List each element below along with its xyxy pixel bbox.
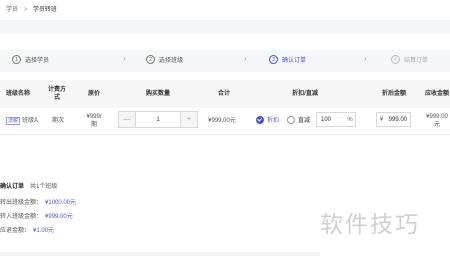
top-divider [0, 20, 450, 34]
refund-amount: 应退金额： ¥1.00元 [0, 225, 54, 234]
watermark-text: 软件技巧 [320, 212, 420, 238]
chevron-right-icon: › [123, 54, 126, 63]
direct-reduction-radio[interactable]: 直减 [287, 115, 310, 124]
quantity-stepper: — 1 + [118, 111, 198, 128]
cell-total: ¥999.00元 [208, 118, 236, 124]
cell-class-name: 法税 班级A [4, 108, 40, 134]
transfer-in-value: ¥999.00元 [45, 214, 73, 220]
breadcrumb-parent[interactable]: 学员 [6, 7, 18, 13]
discount-percent-input[interactable]: 100 % [316, 112, 356, 127]
percent-unit: % [347, 116, 353, 123]
steps-bar: 1 选择学员 › 2 选择班级 › 3 确认订单 › 4 结算订单 [0, 50, 450, 72]
header-price: 原价 [87, 91, 100, 97]
row-divider [0, 134, 450, 135]
step-select-class: 2 选择班级 [146, 55, 183, 64]
header-receivable: 应收金额 [424, 91, 449, 97]
summary-title: 确认订单 [0, 184, 25, 190]
transfer-in-label: 转入班级金额： [0, 214, 43, 220]
step-label: 确认订单 [282, 58, 307, 64]
direct-reduction-radio-label: 直减 [298, 118, 311, 124]
decrement-button[interactable]: — [119, 112, 136, 127]
breadcrumb-separator-icon: > [23, 7, 28, 13]
step-label: 选择学员 [25, 58, 50, 64]
step-label: 结算订单 [404, 58, 429, 64]
class-name-text: 班级A [22, 118, 39, 124]
summary-count: 共1个班级 [30, 184, 58, 190]
refund-value: ¥1.00元 [33, 228, 55, 234]
step-number: 4 [391, 55, 400, 64]
breadcrumb-current: 学员转班 [32, 7, 57, 13]
step-number: 2 [146, 55, 155, 64]
transfer-in-amount: 转入班级金额： ¥999.00元 [0, 211, 73, 220]
cell-receivable: ¥999.00元 [426, 114, 448, 128]
breadcrumb: 学员 > 学员转班 [6, 4, 57, 13]
bottom-strip [0, 252, 320, 256]
header-class-name: 班级名称 [5, 91, 30, 97]
discounted-amount-value: 999.00 [388, 116, 407, 123]
transfer-out-label: 转出班级金额： [0, 200, 43, 206]
chevron-right-icon: › [364, 54, 367, 63]
step-number: 1 [12, 55, 21, 64]
step-label: 选择班级 [159, 58, 184, 64]
step-number: 3 [269, 55, 278, 64]
header-total: 合计 [217, 91, 230, 97]
class-tag-badge: 法税 [5, 117, 20, 125]
transfer-out-amount: 转出班级金额： ¥1000.00元 [0, 197, 76, 206]
discount-radio-label: 折扣 [267, 118, 280, 124]
step-settle-order: 4 结算订单 [391, 55, 428, 64]
radio-checked-icon [256, 115, 264, 124]
cell-price: ¥999/期 [86, 114, 102, 128]
increment-button[interactable]: + [180, 112, 197, 127]
transfer-out-value: ¥1000.00元 [45, 200, 77, 206]
chevron-right-icon: › [244, 54, 247, 63]
quantity-input[interactable]: 1 [136, 112, 180, 127]
table-header: 班级名称 计费方式 原价 购买数量 合计 折扣/直减 折后金额 应收金额 [0, 80, 450, 108]
currency-symbol: ¥ [379, 116, 384, 123]
radio-unchecked-icon [287, 115, 295, 124]
cell-billing: 期次 [51, 118, 64, 124]
refund-label: 应退金额： [0, 228, 31, 234]
header-quantity: 购买数量 [145, 91, 170, 97]
step-select-student: 1 选择学员 [12, 55, 49, 64]
discounted-amount-input[interactable]: ¥ 999.00 [376, 112, 411, 127]
header-discounted-amount: 折后金额 [381, 91, 406, 97]
header-discount: 折扣/直减 [292, 91, 318, 97]
discount-radio[interactable]: 折扣 [256, 115, 279, 124]
discount-percent-value: 100 [321, 116, 332, 123]
header-billing: 计费方式 [47, 87, 66, 101]
step-confirm-order: 3 确认订单 [269, 55, 306, 64]
